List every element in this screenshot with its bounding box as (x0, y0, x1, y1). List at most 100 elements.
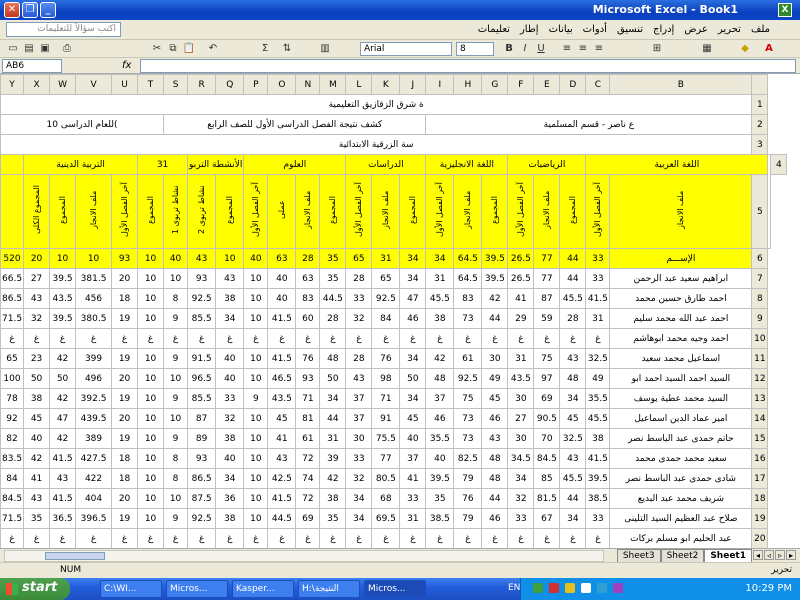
score-cell[interactable]: 41.5 (267, 308, 297, 329)
score-cell[interactable]: 9 (163, 348, 189, 369)
next-sheet-icon[interactable]: ▹ (775, 550, 785, 560)
score-cell[interactable]: 10 (243, 368, 269, 389)
max-score-cell[interactable]: 63 (267, 248, 297, 269)
score-cell[interactable]: 61 (453, 348, 483, 369)
score-cell[interactable]: 404 (75, 488, 113, 509)
column-header[interactable]: B (609, 74, 753, 95)
score-cell[interactable]: 92.5 (453, 368, 483, 389)
score-cell[interactable]: 19 (111, 348, 139, 369)
cut-icon[interactable]: ✂ (150, 42, 164, 56)
score-cell[interactable]: 43 (215, 268, 245, 289)
max-score-cell[interactable]: 77 (533, 248, 561, 269)
student-name[interactable]: السيد احمد السيد احمد ابو (609, 368, 753, 389)
score-cell[interactable]: 40 (215, 348, 245, 369)
score-cell[interactable]: 84 (0, 468, 25, 489)
menu-insert[interactable]: إدراج (653, 24, 674, 35)
score-cell[interactable]: 27 (507, 408, 535, 429)
score-cell[interactable]: 10 (243, 308, 269, 329)
score-cell[interactable]: 30 (507, 388, 535, 409)
score-cell[interactable]: 36 (215, 488, 245, 509)
score-cell[interactable]: 33 (345, 288, 373, 309)
max-score-cell[interactable]: 10 (215, 248, 245, 269)
task-button[interactable]: Micros... (364, 580, 426, 598)
max-score-cell[interactable]: 35 (319, 248, 347, 269)
student-name[interactable]: ابراهيم سعيد عبد الرحمن (609, 268, 753, 289)
score-cell[interactable]: 75.5 (371, 428, 401, 449)
score-cell[interactable]: 76 (453, 488, 483, 509)
score-cell[interactable]: 90.5 (533, 408, 561, 429)
score-cell[interactable]: 80.5 (371, 468, 401, 489)
row-header[interactable]: 6 (751, 248, 769, 269)
score-cell[interactable]: 73 (453, 408, 483, 429)
score-cell[interactable]: 41 (267, 428, 297, 449)
score-cell[interactable]: 34 (319, 388, 347, 409)
undo-icon[interactable]: ↶ (206, 42, 220, 56)
score-cell[interactable]: 83 (295, 288, 321, 309)
score-cell[interactable]: 29 (507, 308, 535, 329)
tray-icon[interactable] (613, 583, 623, 593)
score-cell[interactable]: 43 (23, 488, 51, 509)
score-cell[interactable]: 27 (23, 268, 51, 289)
score-cell[interactable]: 45.5 (425, 288, 455, 309)
chart-icon[interactable]: ▥ (318, 42, 332, 56)
score-cell[interactable]: 73 (453, 308, 483, 329)
score-cell[interactable]: 40 (267, 268, 297, 289)
score-cell[interactable]: 46.5 (267, 368, 297, 389)
new-icon[interactable]: ▭ (6, 42, 20, 56)
score-cell[interactable]: 45 (559, 408, 587, 429)
score-cell[interactable]: 43 (481, 428, 509, 449)
score-cell[interactable]: 46 (481, 408, 509, 429)
menu-format[interactable]: تنسيق (617, 24, 643, 35)
column-header[interactable]: I (425, 74, 455, 95)
close-icon[interactable]: ✕ (4, 2, 20, 18)
menu-file[interactable]: ملف (751, 24, 770, 35)
score-cell[interactable]: 77 (371, 448, 401, 469)
score-cell[interactable]: 87.5 (187, 488, 217, 509)
score-cell[interactable]: غ (481, 328, 509, 349)
score-cell[interactable]: 43 (267, 448, 297, 469)
score-cell[interactable]: 75 (533, 348, 561, 369)
align-right-icon[interactable]: ≡ (592, 42, 606, 56)
score-cell[interactable]: 31 (319, 428, 347, 449)
student-name[interactable]: احمد طارق حسين محمد (609, 288, 753, 309)
score-cell[interactable]: غ (585, 528, 611, 548)
row-header[interactable]: 15 (751, 428, 769, 449)
column-header[interactable]: W (49, 74, 77, 95)
score-cell[interactable]: 93 (295, 368, 321, 389)
score-cell[interactable]: 39.5 (481, 268, 509, 289)
score-cell[interactable]: 39.5 (49, 308, 77, 329)
score-cell[interactable]: 28 (559, 308, 587, 329)
score-cell[interactable]: 10 (243, 448, 269, 469)
score-cell[interactable]: 48 (481, 448, 509, 469)
max-score-cell[interactable]: 39.5 (481, 248, 509, 269)
score-cell[interactable]: 10 (137, 408, 165, 429)
score-cell[interactable]: 91 (371, 408, 401, 429)
score-cell[interactable]: 389 (75, 428, 113, 449)
max-score-cell[interactable]: 44 (559, 248, 587, 269)
score-cell[interactable]: 32.5 (585, 348, 611, 369)
score-cell[interactable]: 35 (23, 508, 51, 529)
tray-icon[interactable] (565, 583, 575, 593)
save-icon[interactable]: ▣ (38, 42, 52, 56)
column-header[interactable]: L (345, 74, 373, 95)
score-cell[interactable]: 46 (425, 408, 455, 429)
score-cell[interactable]: 82.5 (453, 448, 483, 469)
score-cell[interactable]: 33 (399, 488, 427, 509)
score-cell[interactable]: غ (0, 328, 25, 349)
score-cell[interactable]: غ (319, 328, 347, 349)
max-score-cell[interactable]: 28 (295, 248, 321, 269)
task-button[interactable]: H:\النتيجة (298, 580, 360, 598)
score-cell[interactable]: 9 (243, 388, 269, 409)
score-cell[interactable]: 8 (163, 448, 189, 469)
last-sheet-icon[interactable]: ▸ (786, 550, 796, 560)
score-cell[interactable]: 59 (533, 308, 561, 329)
score-cell[interactable]: 10 (137, 448, 165, 469)
score-cell[interactable]: 75 (453, 388, 483, 409)
score-cell[interactable]: 38 (215, 288, 245, 309)
score-cell[interactable]: 30 (481, 348, 509, 369)
score-cell[interactable]: 86.5 (0, 288, 25, 309)
score-cell[interactable]: 72 (295, 448, 321, 469)
prev-sheet-icon[interactable]: ◃ (764, 550, 774, 560)
column-header[interactable]: Y (0, 74, 25, 95)
column-header[interactable]: C (585, 74, 611, 95)
